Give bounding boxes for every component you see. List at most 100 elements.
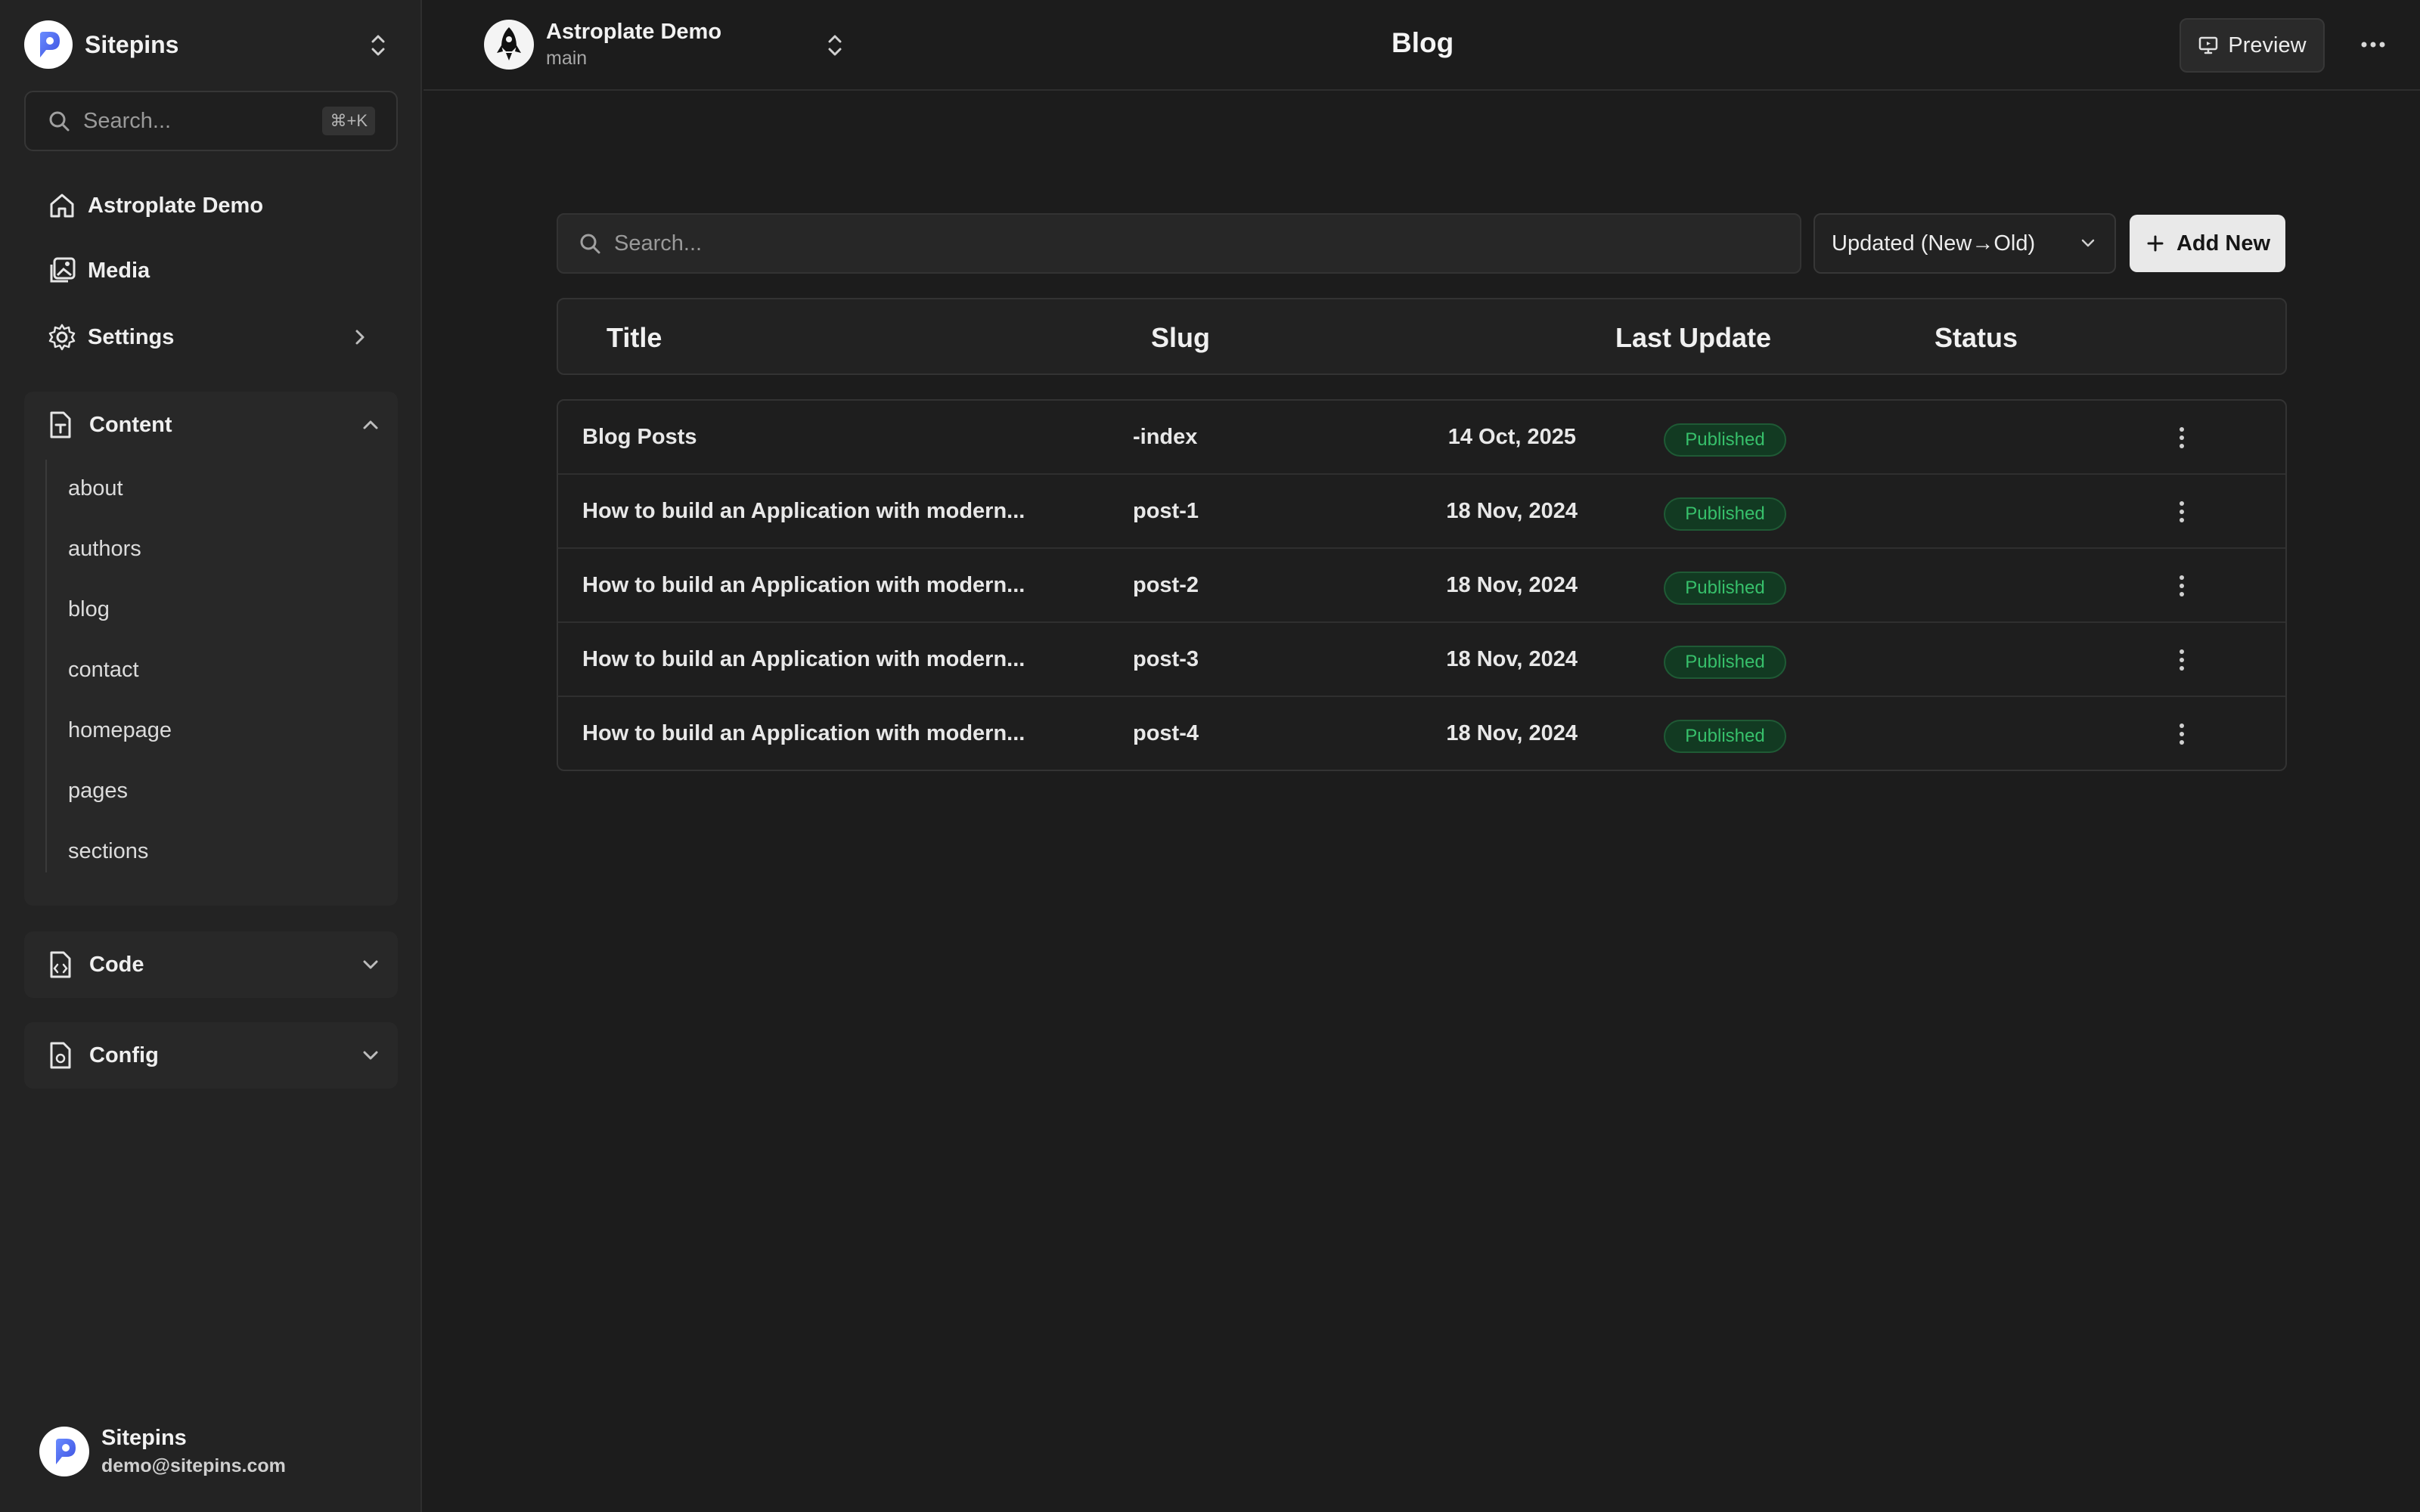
status-badge: Published (1664, 423, 1786, 457)
config-group-label: Config (89, 1043, 159, 1067)
row-slug: -index (1133, 425, 1198, 449)
more-vertical-icon[interactable] (2176, 647, 2187, 673)
project-name: Astroplate Demo (546, 20, 722, 44)
row-title[interactable]: How to build an Application with modern.… (582, 721, 1025, 746)
row-slug: post-4 (1133, 721, 1199, 745)
sidebar-item-settings[interactable]: Settings (47, 316, 174, 358)
more-vertical-icon[interactable] (2176, 499, 2187, 525)
row-slug: post-1 (1133, 499, 1199, 523)
column-header-status[interactable]: Status (1934, 322, 2018, 354)
more-horizontal-icon[interactable] (2358, 33, 2388, 56)
sidebar-item-label: Media (88, 258, 150, 283)
status-badge: Published (1664, 646, 1786, 679)
tree-connector (45, 460, 47, 872)
user-profile[interactable]: Sitepins demo@sitepins.com (39, 1426, 286, 1477)
row-updated: 14 Oct, 2025 (1447, 425, 1576, 449)
sidebar-item-astroplate-demo[interactable]: Astroplate Demo (47, 184, 263, 227)
user-email: demo@sitepins.com (101, 1455, 286, 1476)
file-content-icon (50, 411, 71, 438)
content-search-placeholder: Search... (614, 231, 703, 256)
column-header-title[interactable]: Title (607, 322, 662, 354)
table-row[interactable]: How to build an Application with modern.… (558, 475, 2285, 549)
media-icon (50, 257, 76, 283)
add-new-label: Add New (2176, 231, 2271, 256)
preview-button[interactable]: Preview (2180, 18, 2325, 73)
row-updated: 18 Nov, 2024 (1446, 721, 1578, 745)
column-header-slug[interactable]: Slug (1151, 322, 1210, 354)
gear-icon (48, 324, 76, 351)
home-icon (50, 194, 74, 218)
content-item-blog[interactable]: blog (68, 597, 110, 622)
status-badge: Published (1664, 497, 1786, 531)
status-badge: Published (1664, 572, 1786, 605)
code-group[interactable]: Code (24, 931, 398, 998)
sort-selected-value: Updated (New→Old) (1832, 231, 2036, 256)
table-row[interactable]: How to build an Application with modern.… (558, 697, 2285, 770)
row-title[interactable]: How to build an Application with modern.… (582, 647, 1025, 672)
table-row[interactable]: Blog Posts -index 14 Oct, 2025 Published (558, 401, 2285, 475)
config-group[interactable]: Config (24, 1022, 398, 1089)
status-badge: Published (1664, 720, 1786, 753)
content-item-homepage[interactable]: homepage (68, 718, 172, 743)
sidebar-item-label: Astroplate Demo (88, 193, 264, 218)
chevron-up-icon[interactable] (360, 414, 381, 435)
content-group-toggle[interactable]: Content (45, 392, 172, 458)
row-updated: 18 Nov, 2024 (1446, 647, 1578, 671)
row-slug: post-3 (1133, 647, 1199, 671)
table-header: Title Slug Last Update Status (557, 298, 2287, 375)
sidebar-item-media[interactable]: Media (47, 249, 150, 292)
user-name: Sitepins (101, 1426, 187, 1450)
chevron-down-icon (363, 960, 378, 969)
row-updated: 18 Nov, 2024 (1446, 573, 1578, 597)
avatar (39, 1427, 89, 1476)
content-item-sections[interactable]: sections (68, 839, 148, 864)
search-icon (580, 234, 600, 254)
chevron-updown-icon (828, 35, 842, 56)
file-config-icon (50, 1042, 71, 1069)
search-icon (49, 111, 70, 132)
content-item-about[interactable]: about (68, 476, 123, 501)
branch-name: main (546, 48, 588, 69)
table-body: Blog Posts -index 14 Oct, 2025 Published… (557, 399, 2287, 771)
table-row[interactable]: How to build an Application with modern.… (558, 549, 2285, 623)
more-vertical-icon[interactable] (2176, 573, 2187, 599)
chevron-right-icon (355, 330, 365, 345)
workspace-name: Sitepins (85, 30, 179, 58)
content-item-authors[interactable]: authors (68, 537, 141, 562)
config-group-toggle[interactable]: Config (45, 1022, 159, 1089)
sidebar-search-placeholder: Search... (83, 108, 172, 133)
search-shortcut-badge: ⌘+K (322, 107, 375, 135)
monitor-icon (2199, 36, 2218, 54)
sidebar-search-input[interactable]: Search... ⌘+K (24, 91, 398, 151)
sort-select[interactable]: Updated (New→Old) (1813, 213, 2116, 274)
workspace-switcher[interactable]: Sitepins (24, 20, 396, 70)
content-group: Content about authors blog contact homep… (24, 392, 398, 906)
main-panel: Astroplate Demo main Blog Preview Search… (424, 0, 2420, 1512)
more-vertical-icon[interactable] (2176, 721, 2187, 747)
chevron-down-icon (2081, 239, 2095, 247)
content-item-pages[interactable]: pages (68, 779, 128, 804)
project-switcher[interactable]: Astroplate Demo main (484, 20, 842, 70)
table-row[interactable]: How to build an Application with modern.… (558, 623, 2285, 697)
file-code-icon (50, 951, 71, 978)
sitepins-logo (24, 20, 73, 69)
top-bar: Astroplate Demo main Blog Preview (424, 0, 2420, 91)
sidebar: Sitepins Search... ⌘+K Astroplate Demo M… (0, 0, 422, 1512)
chevron-down-icon (363, 1051, 378, 1060)
content-item-contact[interactable]: contact (68, 658, 139, 683)
row-title[interactable]: How to build an Application with modern.… (582, 573, 1025, 598)
sidebar-item-label: Settings (88, 324, 175, 349)
chevron-updown-icon (371, 35, 385, 56)
plus-icon (2147, 235, 2164, 252)
row-title[interactable]: How to build an Application with modern.… (582, 499, 1025, 524)
column-header-last-update[interactable]: Last Update (1615, 322, 1771, 354)
code-group-toggle[interactable]: Code (45, 931, 144, 998)
content-search-input[interactable]: Search... (557, 213, 1801, 274)
preview-label: Preview (2228, 33, 2307, 57)
more-vertical-icon[interactable] (2176, 425, 2187, 451)
page-title: Blog (1392, 27, 1454, 58)
row-slug: post-2 (1133, 573, 1199, 597)
add-new-button[interactable]: Add New (2130, 215, 2285, 272)
row-title[interactable]: Blog Posts (582, 425, 697, 450)
row-updated: 18 Nov, 2024 (1446, 499, 1578, 523)
